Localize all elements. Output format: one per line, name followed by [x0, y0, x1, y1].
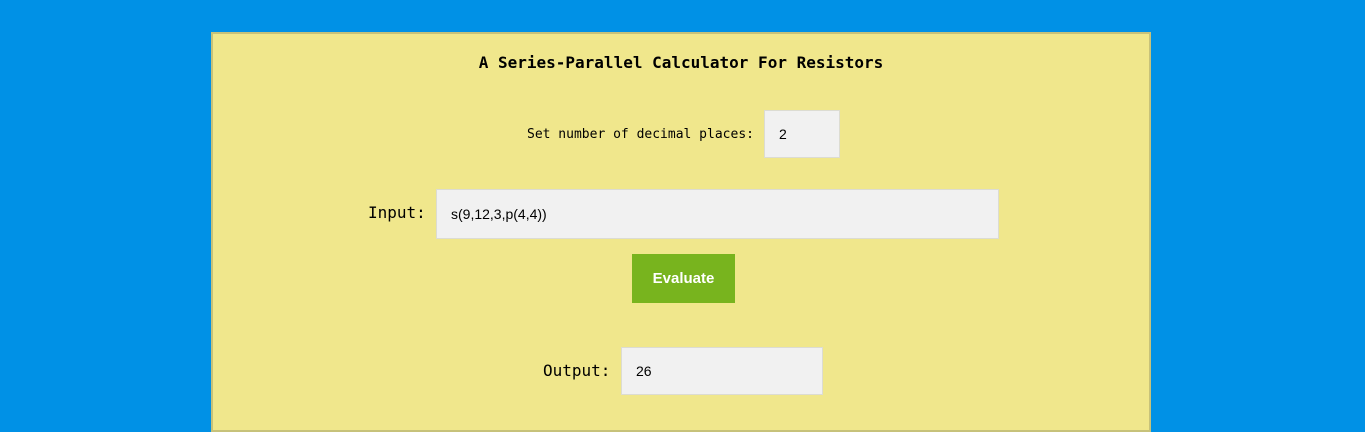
evaluate-button[interactable]: Evaluate	[632, 254, 735, 303]
calculator-panel: A Series-Parallel Calculator For Resisto…	[211, 32, 1151, 432]
decimal-places-input[interactable]	[764, 110, 840, 158]
decimal-places-label: Set number of decimal places:	[527, 127, 754, 142]
input-label: Input:	[368, 203, 426, 222]
output-field[interactable]	[621, 347, 823, 395]
page-title: A Series-Parallel Calculator For Resisto…	[478, 53, 884, 72]
expression-input[interactable]	[436, 189, 999, 239]
output-label: Output:	[543, 361, 611, 380]
